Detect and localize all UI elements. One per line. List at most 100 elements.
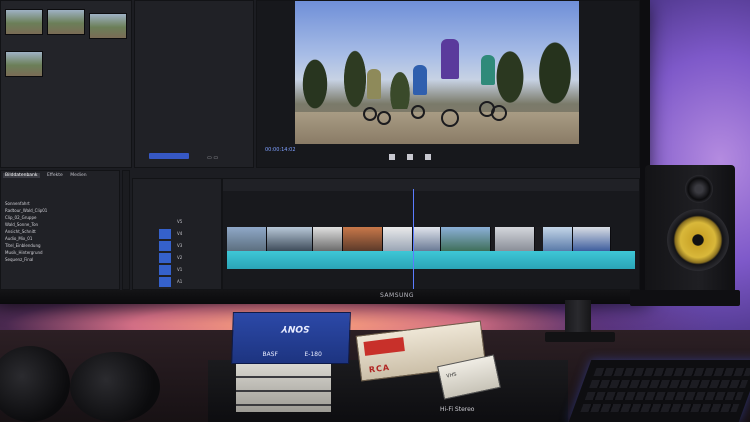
audio-track bbox=[227, 251, 635, 269]
desk-scene: ▭ ▭ 00:00:14:02 Bilddatenbank Effekte Me… bbox=[0, 0, 750, 422]
video-clip bbox=[383, 227, 413, 251]
cyclist bbox=[481, 55, 495, 85]
headphone-cup bbox=[70, 352, 160, 422]
timeline-ruler bbox=[223, 179, 639, 191]
cassette-edge bbox=[236, 390, 331, 392]
monitor-stand-base bbox=[545, 332, 615, 342]
monitor: ▭ ▭ 00:00:14:02 Bilddatenbank Effekte Me… bbox=[0, 0, 650, 304]
project-file: Clip_02_Gruppe bbox=[5, 215, 37, 220]
step-back-icon bbox=[389, 154, 395, 160]
editing-software-screen: ▭ ▭ 00:00:14:02 Bilddatenbank Effekte Me… bbox=[0, 0, 640, 290]
project-tab: Bilddatenbank bbox=[3, 173, 40, 178]
track-toggle bbox=[159, 253, 171, 263]
play-icon bbox=[407, 154, 413, 160]
track-header: V5 bbox=[137, 217, 217, 227]
transport-controls: 00:00:14:02 bbox=[257, 146, 641, 168]
tape-brand-label: E-180 bbox=[304, 351, 322, 358]
track-toggle bbox=[159, 277, 171, 287]
video-clip bbox=[441, 227, 491, 251]
track-label: V1 bbox=[177, 267, 183, 272]
step-forward-icon bbox=[425, 154, 431, 160]
media-thumbnail bbox=[89, 13, 127, 39]
track-header: V1 bbox=[137, 265, 217, 275]
media-thumbnails-panel bbox=[0, 0, 132, 168]
cyclist bbox=[367, 69, 381, 99]
speaker-stand bbox=[630, 290, 740, 306]
track-headers: V5 V4 V3 V2 V1 A1 bbox=[132, 178, 222, 290]
track-toggle bbox=[159, 229, 171, 239]
speaker-tweeter bbox=[685, 175, 713, 203]
program-timecode: 00:00:14:02 bbox=[265, 147, 296, 153]
small-tape-label: VHS bbox=[445, 371, 458, 380]
timeline-playhead bbox=[413, 189, 414, 289]
vcr-brand-label: Hi-Fi Stereo bbox=[440, 406, 475, 413]
video-clip bbox=[495, 227, 535, 251]
track-label: V2 bbox=[177, 255, 183, 260]
video-preview bbox=[295, 1, 579, 144]
blue-tape-box: SONY BASF E-180 bbox=[231, 312, 351, 364]
project-file: Sonnenfahrt bbox=[5, 201, 30, 206]
project-file: Wald_Sonne_Ton bbox=[5, 222, 39, 227]
program-monitor-panel: 00:00:14:02 bbox=[256, 0, 640, 168]
track-label: A1 bbox=[177, 279, 183, 284]
track-toggle bbox=[159, 265, 171, 275]
headphone-cup bbox=[0, 346, 70, 422]
track-toggle bbox=[159, 241, 171, 251]
bike-wheel bbox=[441, 109, 459, 127]
video-clip bbox=[543, 227, 573, 251]
project-tab: Effekte bbox=[46, 173, 63, 178]
track-label: V4 bbox=[177, 231, 183, 236]
dirt-road bbox=[295, 112, 579, 144]
cyclist bbox=[413, 65, 427, 95]
video-clip bbox=[267, 227, 313, 251]
forest-background bbox=[295, 39, 579, 109]
key-row bbox=[584, 392, 744, 400]
video-clip bbox=[573, 227, 611, 251]
key-row bbox=[589, 380, 749, 388]
project-file: Audio_Mix_01 bbox=[5, 236, 33, 241]
track-header: V2 bbox=[137, 253, 217, 263]
project-tabs: Bilddatenbank Effekte Medien bbox=[3, 173, 93, 178]
source-monitor-panel: ▭ ▭ bbox=[134, 0, 254, 168]
project-file: Titel_Einblendung bbox=[5, 243, 41, 248]
speaker-woofer bbox=[667, 209, 729, 271]
track-header: V4 bbox=[137, 229, 217, 239]
media-thumbnail bbox=[5, 51, 43, 77]
project-panel: Bilddatenbank Effekte Medien Sonnenfahrt… bbox=[0, 170, 120, 290]
cassette-edge bbox=[236, 376, 331, 378]
track-header: A1 bbox=[137, 277, 217, 287]
video-track-clips bbox=[227, 227, 611, 251]
project-file: Radtour_Wald_Clip01 bbox=[5, 208, 48, 213]
track-label: V5 bbox=[177, 219, 183, 224]
bike-wheel bbox=[377, 111, 391, 125]
project-file: Musik_Hintergrund bbox=[5, 250, 43, 255]
track-label: V3 bbox=[177, 243, 183, 248]
project-tab: Medien bbox=[70, 173, 87, 178]
monitor-brand-logo: SAMSUNG bbox=[380, 292, 415, 299]
key-row bbox=[580, 404, 740, 412]
keyboard bbox=[568, 360, 750, 422]
cyclist bbox=[441, 39, 459, 79]
media-thumbnail bbox=[47, 9, 85, 35]
track-header: V3 bbox=[137, 241, 217, 251]
project-file-list: Sonnenfahrt Radtour_Wald_Clip01 Clip_02_… bbox=[5, 201, 109, 264]
monitor-bezel bbox=[0, 290, 650, 304]
cassette-stack bbox=[236, 364, 331, 412]
bike-wheel bbox=[411, 105, 425, 119]
bike-wheel bbox=[491, 105, 507, 121]
project-file: Ansicht_Schnitt bbox=[5, 229, 36, 234]
rca-brand-text: RCA bbox=[368, 362, 391, 375]
video-clip bbox=[413, 227, 441, 251]
tools-panel bbox=[122, 170, 130, 290]
media-thumbnail bbox=[5, 9, 43, 35]
video-clip bbox=[227, 227, 267, 251]
source-settings-button: ▭ ▭ bbox=[207, 155, 219, 161]
project-file: Sequenz_Final bbox=[5, 257, 34, 262]
studio-speaker bbox=[645, 165, 735, 295]
source-scrubber bbox=[149, 153, 189, 159]
timeline-panel bbox=[222, 178, 640, 290]
tape-brand-label: SONY bbox=[281, 323, 310, 333]
cassette-edge bbox=[236, 404, 331, 406]
video-clip bbox=[343, 227, 383, 251]
bike-wheel bbox=[363, 107, 377, 121]
